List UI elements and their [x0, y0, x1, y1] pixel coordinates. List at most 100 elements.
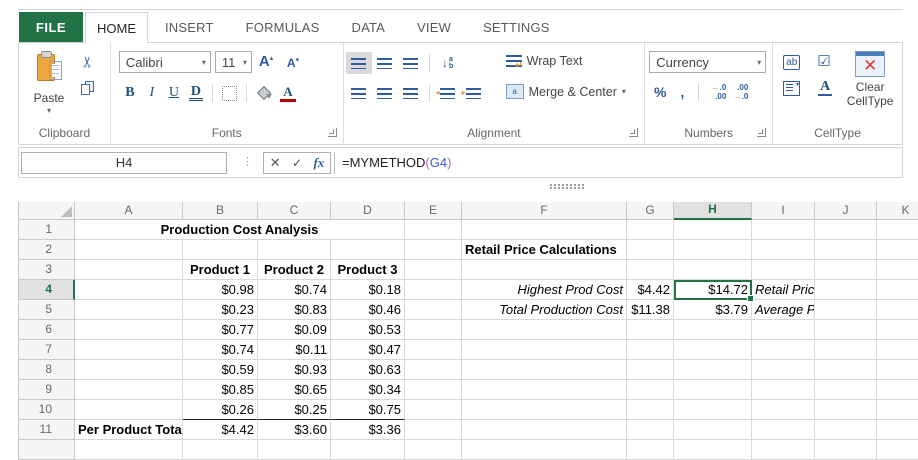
font-size-select[interactable]: 11 ▾	[215, 51, 252, 73]
cell-K7[interactable]	[877, 340, 918, 360]
cell-B5[interactable]: $0.23	[183, 300, 258, 320]
cell-K4[interactable]	[877, 280, 918, 300]
cell-A3[interactable]	[75, 260, 183, 280]
cell-G5[interactable]: $11.38	[627, 300, 674, 320]
cell-H6[interactable]	[674, 320, 752, 340]
cell-A4[interactable]	[75, 280, 183, 300]
cell-I10[interactable]	[752, 400, 815, 420]
cell-G7[interactable]	[627, 340, 674, 360]
orientation-button[interactable]: ↓ab	[435, 52, 461, 74]
cell-H9[interactable]	[674, 380, 752, 400]
cut-button[interactable]: ✂	[78, 56, 96, 69]
cell-E10[interactable]	[405, 400, 462, 420]
cell-A7[interactable]	[75, 340, 183, 360]
grow-font-button[interactable]: A▴	[259, 53, 273, 70]
copy-button[interactable]	[81, 81, 94, 101]
row-header-2[interactable]: 2	[19, 240, 75, 260]
cell-I6[interactable]	[752, 320, 815, 340]
cell-I3[interactable]	[752, 260, 815, 280]
cell-K9[interactable]	[877, 380, 918, 400]
cell-B3[interactable]: Product 1	[183, 260, 258, 280]
column-header-E[interactable]: E	[405, 202, 462, 220]
cell-C8[interactable]: $0.93	[258, 360, 331, 380]
column-header-H[interactable]: H	[674, 202, 752, 220]
align-left-button[interactable]	[346, 82, 372, 104]
cell-E3[interactable]	[405, 260, 462, 280]
cell-C2[interactable]	[258, 240, 331, 260]
row-header-5[interactable]: 5	[19, 300, 75, 320]
cell-J3[interactable]	[815, 260, 877, 280]
cell-J10[interactable]	[815, 400, 877, 420]
cell-B6[interactable]: $0.77	[183, 320, 258, 340]
column-header-G[interactable]: G	[627, 202, 674, 220]
cell-B12[interactable]	[183, 440, 258, 460]
cell-K2[interactable]	[877, 240, 918, 260]
numbers-dialog-launcher[interactable]	[757, 128, 766, 137]
cell-G8[interactable]	[627, 360, 674, 380]
alignment-dialog-launcher[interactable]	[629, 128, 638, 137]
cell-A9[interactable]	[75, 380, 183, 400]
cell-D5[interactable]: $0.46	[331, 300, 405, 320]
cell-G9[interactable]	[627, 380, 674, 400]
cell-A10[interactable]	[75, 400, 183, 420]
cell-A2[interactable]	[75, 240, 183, 260]
cell-C4[interactable]: $0.74	[258, 280, 331, 300]
row-header-9[interactable]: 9	[19, 380, 75, 400]
cell-G1[interactable]	[627, 220, 674, 240]
column-header-B[interactable]: B	[183, 202, 258, 220]
cell-F3[interactable]	[462, 260, 627, 280]
cell-C7[interactable]: $0.11	[258, 340, 331, 360]
column-header-A[interactable]: A	[75, 202, 183, 220]
cell-H11[interactable]	[674, 420, 752, 440]
align-top-button[interactable]	[346, 52, 372, 74]
cell-H4[interactable]: $14.72	[674, 280, 752, 300]
cell-E12[interactable]	[405, 440, 462, 460]
cell-C12[interactable]	[258, 440, 331, 460]
cell-F6[interactable]	[462, 320, 627, 340]
cell-F1[interactable]	[462, 220, 627, 240]
cell-K10[interactable]	[877, 400, 918, 420]
percent-button[interactable]: %	[649, 84, 671, 100]
align-bottom-button[interactable]	[398, 52, 424, 74]
cell-F10[interactable]	[462, 400, 627, 420]
cell-D9[interactable]: $0.34	[331, 380, 405, 400]
cell-C11[interactable]: $3.60	[258, 420, 331, 440]
cell-D7[interactable]: $0.47	[331, 340, 405, 360]
cell-C6[interactable]: $0.09	[258, 320, 331, 340]
cell-B9[interactable]: $0.85	[183, 380, 258, 400]
cell-E2[interactable]	[405, 240, 462, 260]
cell-I11[interactable]	[752, 420, 815, 440]
cell-F12[interactable]	[462, 440, 627, 460]
cell-D12[interactable]	[331, 440, 405, 460]
row-header-12[interactable]	[19, 440, 75, 460]
checkbox-celltype-button[interactable]: ☑	[817, 52, 830, 70]
cell-K6[interactable]	[877, 320, 918, 340]
decrease-indent-button[interactable]: ◂	[435, 82, 461, 104]
cell-I2[interactable]	[752, 240, 815, 260]
increase-indent-button[interactable]: ▸	[461, 82, 487, 104]
cell-E5[interactable]	[405, 300, 462, 320]
borders-button[interactable]	[222, 86, 237, 101]
cell-B8[interactable]: $0.59	[183, 360, 258, 380]
cell-D10[interactable]: $0.75	[331, 400, 405, 420]
cell-F2[interactable]: Retail Price Calculations	[462, 240, 627, 260]
row-header-4[interactable]: 4	[19, 280, 75, 300]
cell-B10[interactable]: $0.26	[183, 400, 258, 420]
cell-E1[interactable]	[405, 220, 462, 240]
cell-D6[interactable]: $0.53	[331, 320, 405, 340]
column-header-D[interactable]: D	[331, 202, 405, 220]
cell-A5[interactable]	[75, 300, 183, 320]
bold-button[interactable]: B	[119, 85, 141, 101]
cell-E6[interactable]	[405, 320, 462, 340]
double-underline-button[interactable]: D	[189, 85, 203, 101]
cell-H12[interactable]	[674, 440, 752, 460]
cell-K5[interactable]	[877, 300, 918, 320]
column-header-K[interactable]: K	[877, 202, 918, 220]
font-color-button[interactable]: A	[280, 85, 296, 102]
cell-K8[interactable]	[877, 360, 918, 380]
cell-J11[interactable]	[815, 420, 877, 440]
cell-G6[interactable]	[627, 320, 674, 340]
tab-home[interactable]: HOME	[85, 12, 148, 43]
cell-H1[interactable]	[674, 220, 752, 240]
cell-H2[interactable]	[674, 240, 752, 260]
